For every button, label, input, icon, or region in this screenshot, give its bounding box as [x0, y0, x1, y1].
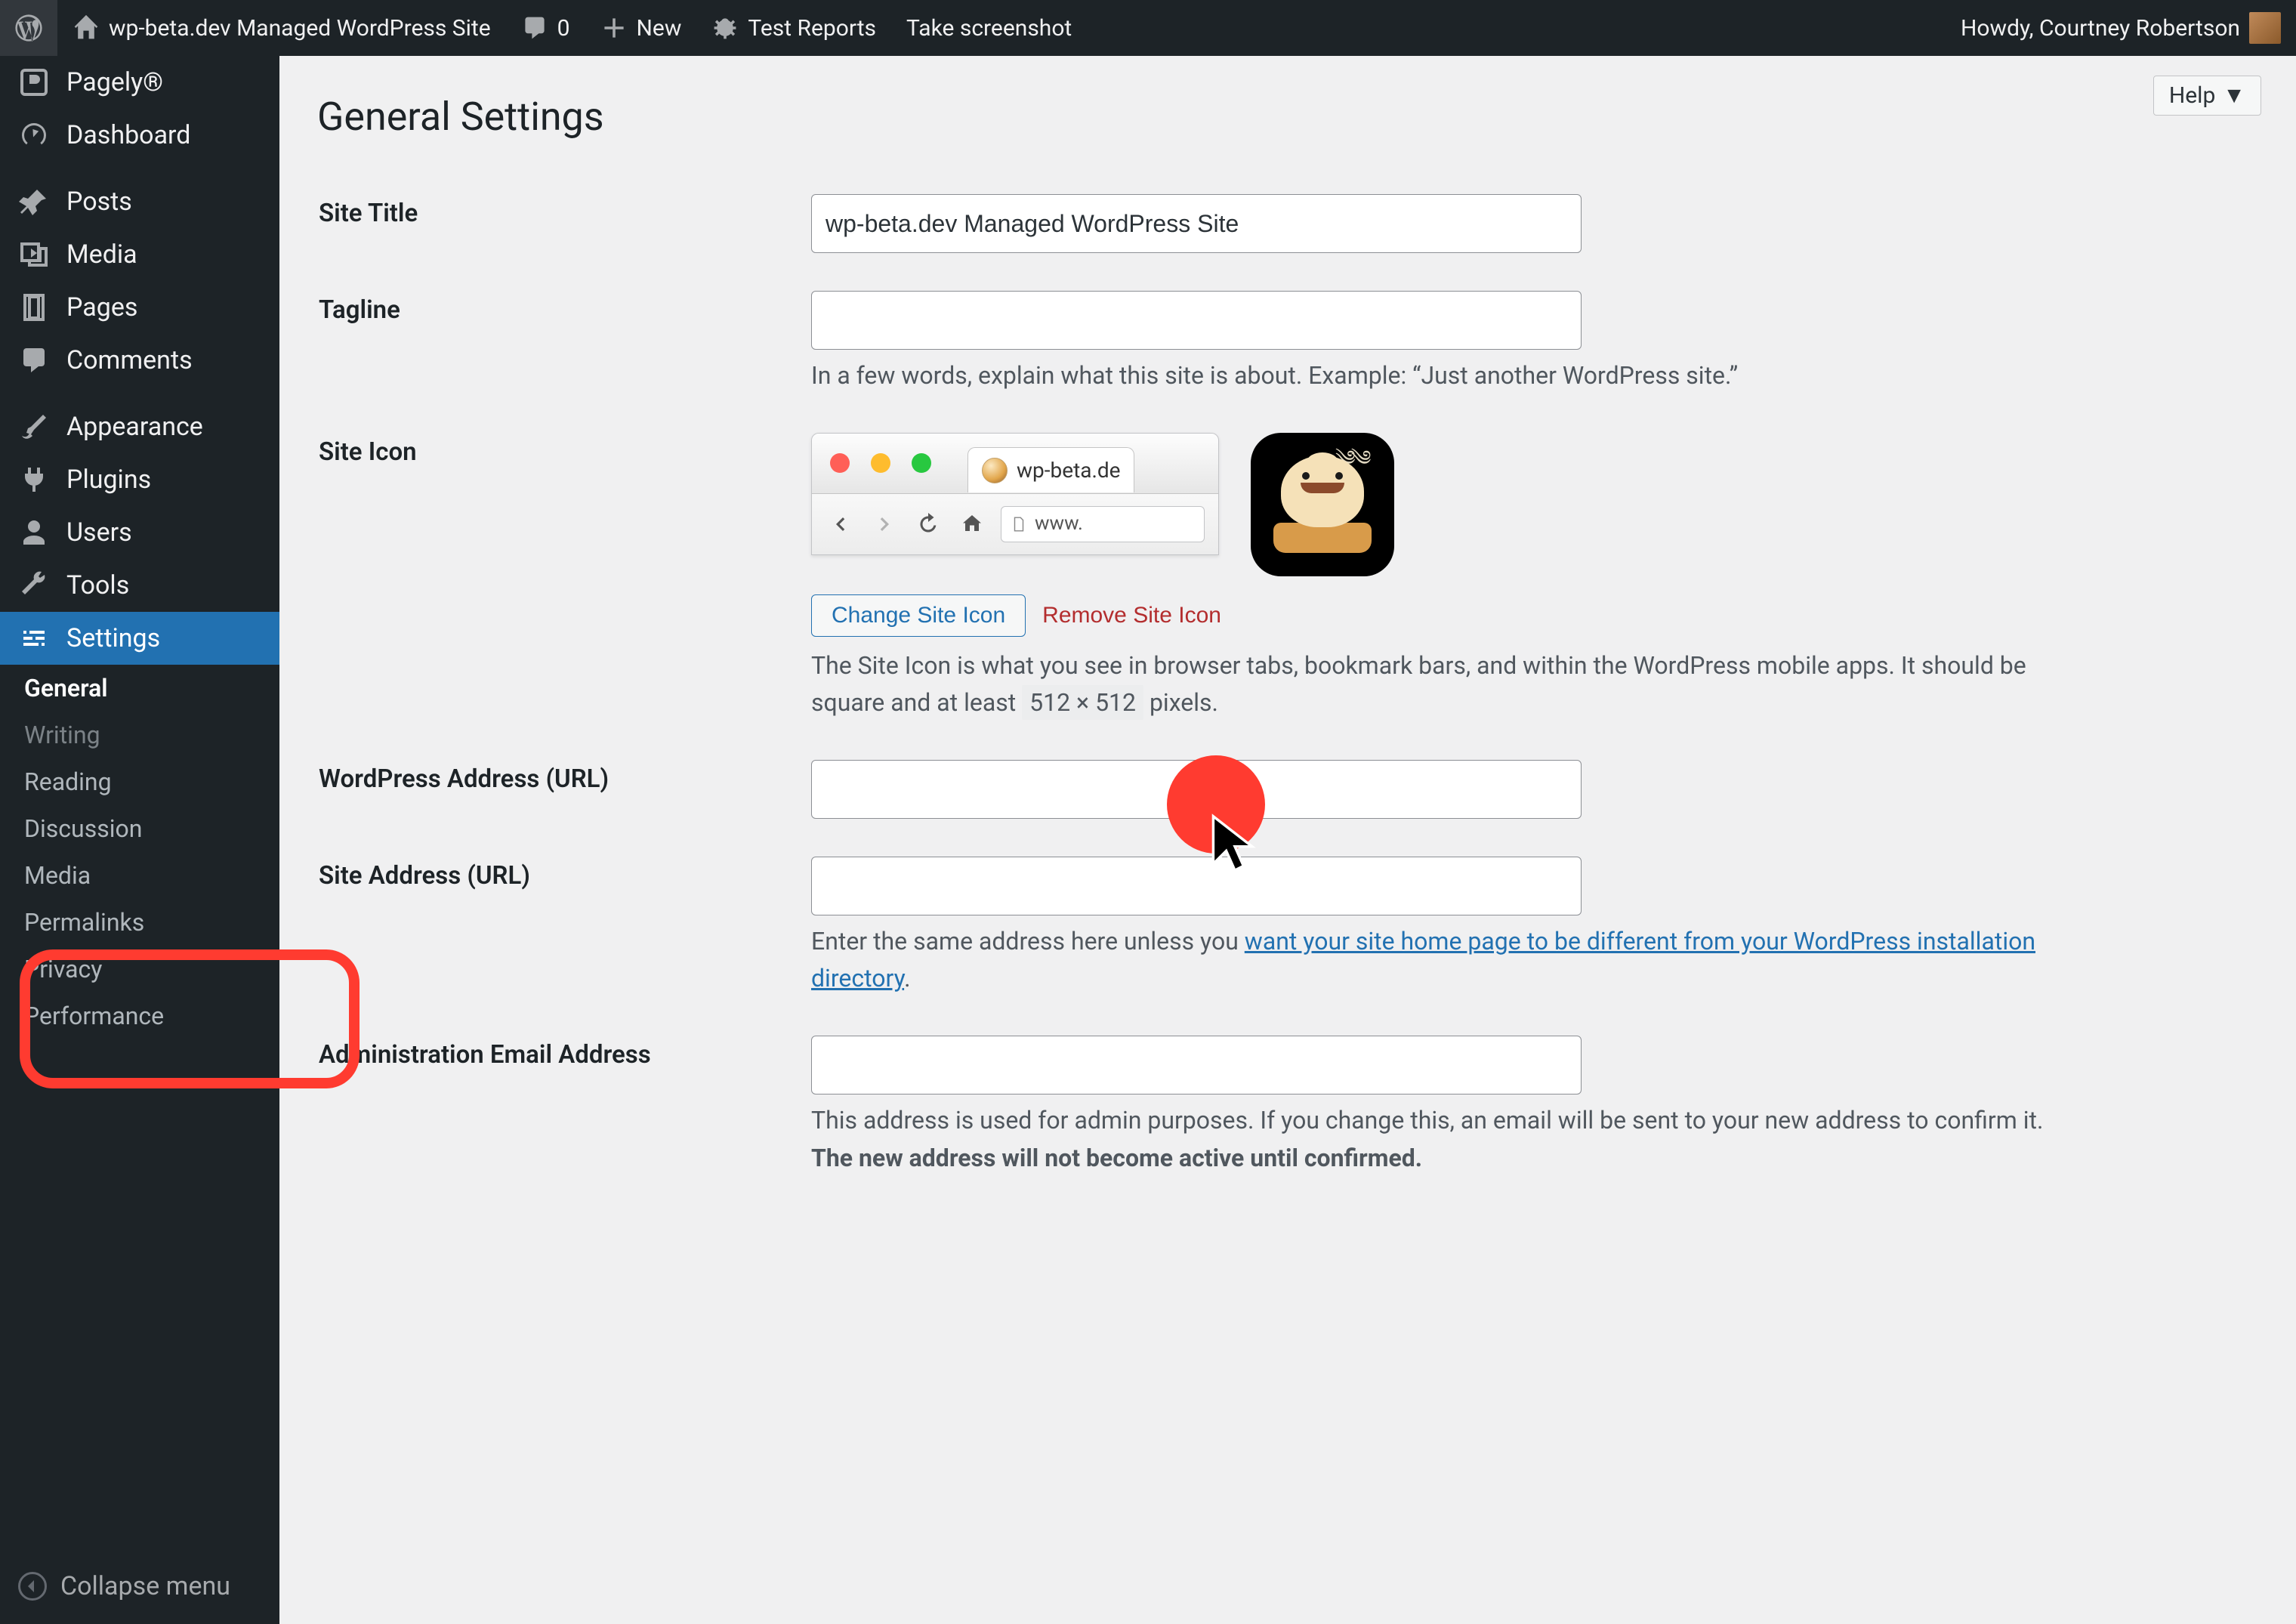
submenu-media[interactable]: Media [0, 852, 279, 899]
site-url-input[interactable] [811, 857, 1582, 915]
menu-label: Dashboard [66, 120, 190, 150]
howdy-text: Howdy, Courtney Robertson [1961, 15, 2240, 42]
settings-icon [18, 622, 50, 654]
change-site-icon-button[interactable]: Change Site Icon [811, 594, 1026, 637]
collapse-menu-button[interactable]: Collapse menu [0, 1556, 279, 1616]
wp-url-label: WordPress Address (URL) [319, 764, 609, 794]
traffic-light-max-icon [912, 453, 931, 473]
site-name-text: wp-beta.dev Managed WordPress Site [109, 15, 491, 42]
menu-plugins[interactable]: Plugins [0, 453, 279, 506]
screenshot-link[interactable]: Take screenshot [891, 0, 1087, 56]
comments-link[interactable]: 0 [506, 0, 585, 56]
url-box: www. [1001, 506, 1205, 542]
help-tab[interactable]: Help ▼ [2153, 76, 2261, 116]
menu-label: Comments [66, 345, 193, 375]
comments-count: 0 [557, 15, 570, 42]
plug-icon [18, 464, 50, 496]
menu-media[interactable]: Media [0, 228, 279, 281]
settings-form: Site Title Tagline In a few words, expla… [317, 174, 2258, 1196]
user-icon [18, 517, 50, 548]
plus-icon [600, 14, 628, 42]
wordpress-logo-icon [15, 14, 42, 42]
test-reports-label: Test Reports [748, 15, 876, 42]
menu-settings[interactable]: Settings [0, 612, 279, 665]
traffic-light-min-icon [871, 453, 890, 473]
admin-email-description: This address is used for admin purposes.… [811, 1102, 2080, 1177]
my-account-link[interactable]: Howdy, Courtney Robertson [1946, 0, 2296, 56]
reload-icon [913, 509, 943, 539]
menu-label: Posts [66, 187, 132, 217]
test-reports-link[interactable]: Test Reports [696, 0, 891, 56]
menu-appearance[interactable]: Appearance [0, 400, 279, 453]
menu-label: Pagely® [66, 67, 163, 97]
file-icon [1011, 516, 1027, 533]
wrench-icon [18, 570, 50, 601]
dashboard-icon [18, 119, 50, 151]
wp-logo[interactable] [0, 0, 57, 56]
admin-toolbar: wp-beta.dev Managed WordPress Site 0 New… [0, 0, 2296, 56]
submenu-general[interactable]: General [0, 665, 279, 712]
admin-email-label: Administration Email Address [319, 1040, 651, 1070]
site-icon-label: Site Icon [319, 437, 417, 467]
menu-label: Tools [66, 570, 129, 601]
menu-label: Settings [66, 623, 160, 653]
menu-label: Appearance [66, 412, 203, 442]
browser-home-icon [957, 509, 987, 539]
site-title-input[interactable] [811, 194, 1582, 253]
forward-icon [869, 509, 900, 539]
menu-pagely[interactable]: Pagely® [0, 56, 279, 109]
tagline-description: In a few words, explain what this site i… [811, 357, 2080, 395]
menu-label: Plugins [66, 465, 151, 495]
collapse-icon [18, 1572, 47, 1601]
menu-tools[interactable]: Tools [0, 559, 279, 612]
menu-posts[interactable]: Posts [0, 175, 279, 228]
submenu-privacy[interactable]: Privacy [0, 946, 279, 993]
site-icon-app-preview: ༄༄ [1251, 433, 1394, 576]
pagely-icon [18, 66, 50, 98]
tagline-input[interactable] [811, 291, 1582, 350]
page-icon [18, 292, 50, 323]
page-title: General Settings [317, 94, 2258, 140]
chevron-down-icon: ▼ [2223, 82, 2245, 109]
back-icon [826, 509, 856, 539]
tagline-label: Tagline [319, 295, 400, 325]
content-area: Help ▼ General Settings Site Title Tagli… [279, 56, 2296, 1624]
site-title-label: Site Title [319, 199, 418, 228]
menu-comments[interactable]: Comments [0, 334, 279, 387]
comment-icon [521, 14, 548, 42]
screenshot-label: Take screenshot [906, 15, 1072, 42]
avatar [2249, 12, 2281, 44]
wp-url-input[interactable] [811, 760, 1582, 819]
submenu-permalinks[interactable]: Permalinks [0, 899, 279, 946]
submenu-performance[interactable]: Performance [0, 993, 279, 1039]
admin-menu: Pagely® Dashboard Posts Media Pages Comm… [0, 56, 279, 1624]
home-icon [73, 14, 100, 42]
remove-site-icon-button[interactable]: Remove Site Icon [1042, 594, 1221, 637]
site-url-description: Enter the same address here unless you w… [811, 923, 2080, 998]
site-name-link[interactable]: wp-beta.dev Managed WordPress Site [57, 0, 506, 56]
media-icon [18, 239, 50, 270]
admin-email-input[interactable] [811, 1036, 1582, 1095]
comment-icon [18, 344, 50, 376]
menu-label: Users [66, 517, 132, 548]
brush-icon [18, 411, 50, 443]
menu-label: Media [66, 239, 137, 270]
bug-icon [711, 14, 739, 42]
submenu-writing[interactable]: Writing [0, 712, 279, 758]
pin-icon [18, 186, 50, 218]
favicon-preview-icon [982, 458, 1008, 483]
menu-users[interactable]: Users [0, 506, 279, 559]
browser-tab: wp-beta.de [967, 447, 1134, 492]
submenu-reading[interactable]: Reading [0, 758, 279, 805]
site-icon-browser-preview: wp-beta.de www. [811, 433, 1219, 555]
traffic-light-close-icon [830, 453, 850, 473]
menu-pages[interactable]: Pages [0, 281, 279, 334]
site-icon-description: The Site Icon is what you see in browser… [811, 647, 2080, 722]
menu-label: Pages [66, 292, 137, 323]
new-content-link[interactable]: New [585, 0, 697, 56]
new-label: New [637, 15, 682, 42]
menu-dashboard[interactable]: Dashboard [0, 109, 279, 162]
submenu-discussion[interactable]: Discussion [0, 805, 279, 852]
site-url-label: Site Address (URL) [319, 861, 530, 891]
